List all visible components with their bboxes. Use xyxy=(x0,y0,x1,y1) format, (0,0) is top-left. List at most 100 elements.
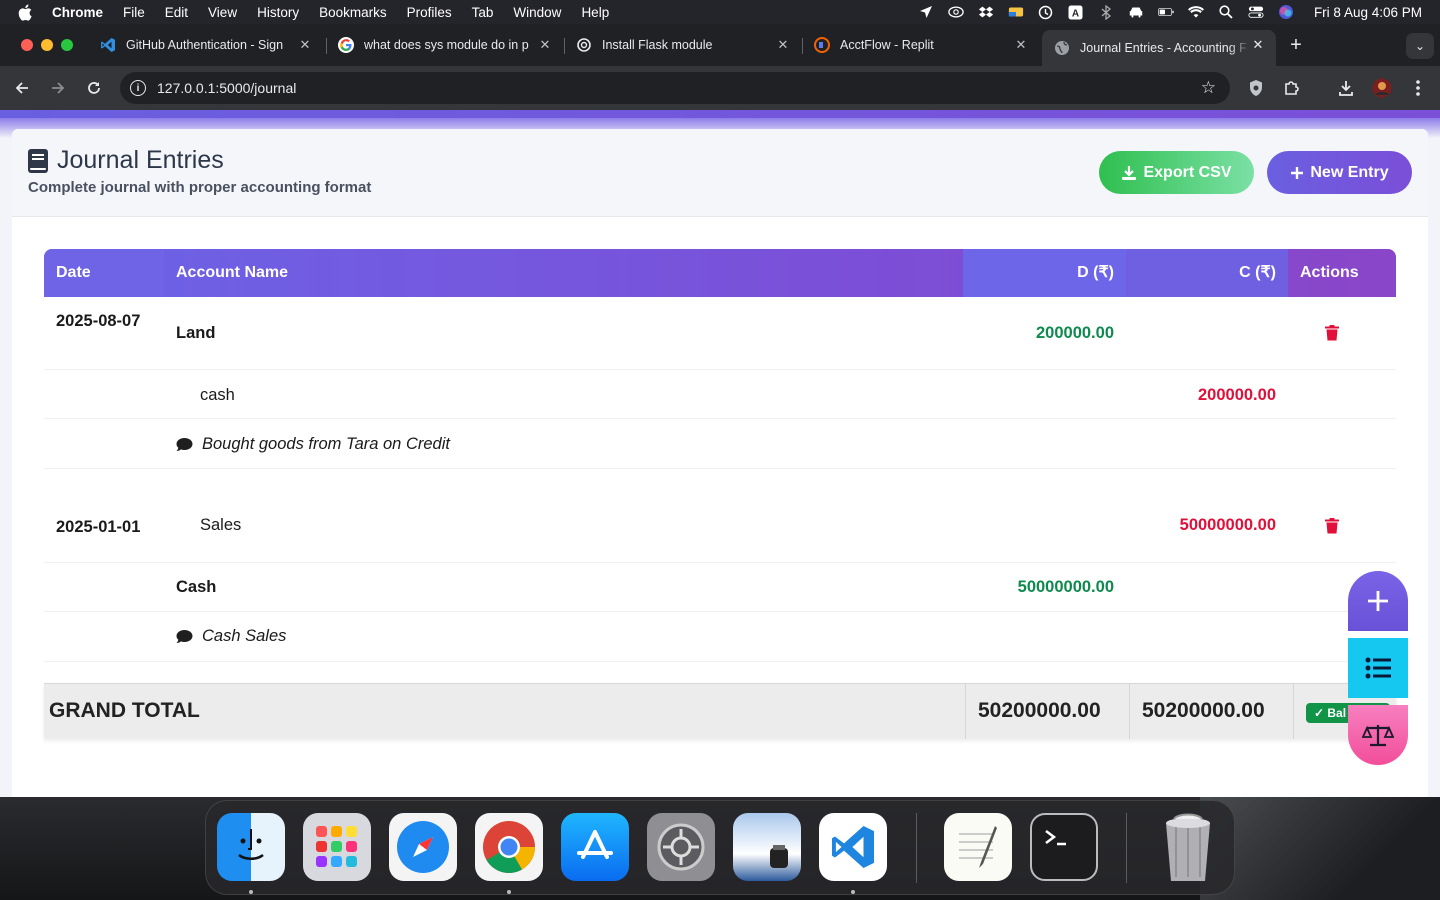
column-divider xyxy=(1129,684,1130,739)
close-tab-icon[interactable]: ✕ xyxy=(1250,37,1266,53)
svg-text:A: A xyxy=(1072,8,1079,19)
menu-tab[interactable]: Tab xyxy=(472,5,494,20)
fab-list-button[interactable] xyxy=(1348,638,1408,698)
tab-search-icon[interactable]: ⌄ xyxy=(1406,33,1434,59)
safari-icon[interactable] xyxy=(389,813,457,881)
grand-total-label: GRAND TOTAL xyxy=(49,699,200,722)
narration-text: Bought goods from Tara on Credit xyxy=(202,435,450,453)
close-tab-icon[interactable]: ✕ xyxy=(537,37,553,53)
fab-balance-scale-button[interactable] xyxy=(1348,705,1408,765)
chrome-icon[interactable] xyxy=(475,813,543,881)
export-csv-label: Export CSV xyxy=(1143,163,1232,181)
tab-google-search[interactable]: what does sys module do in p ✕ xyxy=(326,30,563,60)
location-icon[interactable] xyxy=(918,5,934,19)
narration: Cash Sales xyxy=(176,627,286,646)
app-store-icon[interactable] xyxy=(561,813,629,881)
menu-file[interactable]: File xyxy=(123,5,145,20)
close-window-button[interactable] xyxy=(21,39,33,51)
back-arrow-icon[interactable] xyxy=(12,78,32,98)
tab-github-auth[interactable]: GitHub Authentication - Sign ✕ xyxy=(88,30,323,60)
creative-cloud-icon[interactable] xyxy=(948,5,964,19)
table-row: 2025-08-07 Land 200000.00 xyxy=(44,297,1396,370)
google-icon xyxy=(338,37,354,53)
drive-icon[interactable] xyxy=(1008,5,1024,19)
narration: Bought goods from Tara on Credit xyxy=(176,435,450,454)
new-entry-button[interactable]: New Entry xyxy=(1267,151,1412,194)
terminal-icon[interactable] xyxy=(1030,813,1098,881)
site-info-icon[interactable]: i xyxy=(130,80,146,96)
maximize-window-button[interactable] xyxy=(61,39,73,51)
shield-extension-icon[interactable] xyxy=(1246,78,1266,98)
finder-icon[interactable] xyxy=(217,813,285,881)
close-tab-icon[interactable]: ✕ xyxy=(775,37,791,53)
car-icon[interactable] xyxy=(1128,5,1144,19)
table-row: cash 200000.00 xyxy=(44,370,1396,419)
plus-icon xyxy=(1368,591,1388,611)
export-csv-button[interactable]: Export CSV xyxy=(1099,151,1254,194)
column-header-account[interactable]: Account Name xyxy=(164,249,963,297)
column-header-date[interactable]: Date xyxy=(44,249,164,297)
menu-window[interactable]: Window xyxy=(513,5,561,20)
menu-app-name[interactable]: Chrome xyxy=(52,5,103,20)
address-bar[interactable]: i 127.0.0.1:5000/journal ☆ xyxy=(120,72,1230,104)
tab-install-flask[interactable]: Install Flask module ✕ xyxy=(564,30,801,60)
tab-journal-entries[interactable]: Journal Entries - Accounting F ✕ xyxy=(1042,30,1276,66)
download-icon[interactable] xyxy=(1336,78,1356,98)
control-center-icon[interactable] xyxy=(1248,5,1264,19)
entry-date: 2025-08-07 xyxy=(56,312,141,330)
minimize-window-button[interactable] xyxy=(41,39,53,51)
dock-separator xyxy=(1126,813,1127,883)
system-settings-icon[interactable] xyxy=(647,813,715,881)
time-machine-icon[interactable] xyxy=(1038,5,1054,19)
window-controls xyxy=(21,39,73,51)
close-tab-icon[interactable]: ✕ xyxy=(297,37,313,53)
apple-icon[interactable] xyxy=(18,4,36,21)
menu-view[interactable]: View xyxy=(208,5,237,20)
chrome-menu-icon[interactable] xyxy=(1408,78,1428,98)
delete-trash-icon[interactable] xyxy=(1325,325,1339,341)
vscode-icon[interactable] xyxy=(819,813,887,881)
trash-icon[interactable] xyxy=(1154,813,1222,881)
reload-icon[interactable] xyxy=(84,78,104,98)
column-header-debit[interactable]: D (₹) xyxy=(963,249,1126,297)
wifi-icon[interactable] xyxy=(1187,5,1204,19)
menu-edit[interactable]: Edit xyxy=(165,5,188,20)
wallpaper-car xyxy=(1200,797,1440,900)
menu-bookmarks[interactable]: Bookmarks xyxy=(319,5,387,20)
preview-icon[interactable] xyxy=(733,813,801,881)
table-header: Date Account Name D (₹) C (₹) Actions xyxy=(44,249,1396,297)
textedit-icon[interactable] xyxy=(944,813,1012,881)
keyboard-a-icon[interactable]: A xyxy=(1068,5,1084,19)
menu-history[interactable]: History xyxy=(257,5,299,20)
new-entry-label: New Entry xyxy=(1310,163,1389,181)
launchpad-icon[interactable] xyxy=(303,813,371,881)
battery-icon[interactable] xyxy=(1157,5,1174,19)
dock-separator xyxy=(916,813,917,883)
profile-avatar-icon[interactable] xyxy=(1372,78,1392,98)
page-title: Journal Entries xyxy=(57,146,224,174)
fab-add-entry-button[interactable] xyxy=(1348,571,1408,631)
menu-profiles[interactable]: Profiles xyxy=(407,5,452,20)
menu-help[interactable]: Help xyxy=(581,5,609,20)
spotlight-icon[interactable] xyxy=(1218,5,1234,19)
bluetooth-icon[interactable] xyxy=(1098,4,1114,20)
dropbox-icon[interactable] xyxy=(978,5,994,19)
close-tab-icon[interactable]: ✕ xyxy=(1013,37,1029,53)
new-tab-icon[interactable]: + xyxy=(1286,35,1306,55)
column-header-credit[interactable]: C (₹) xyxy=(1126,249,1288,297)
balance-scale-icon xyxy=(1362,725,1394,747)
extensions-puzzle-icon[interactable] xyxy=(1282,78,1302,98)
bookmark-star-icon[interactable]: ☆ xyxy=(1201,79,1216,96)
account-name: Land xyxy=(176,324,216,342)
account-name: Sales xyxy=(200,516,242,534)
macos-menubar: Chrome File Edit View History Bookmarks … xyxy=(0,0,1440,24)
forward-arrow-icon[interactable] xyxy=(48,78,68,98)
debit-amount: 50000000.00 xyxy=(1017,578,1114,596)
menubar-clock[interactable]: Fri 8 Aug 4:06 PM xyxy=(1314,5,1422,20)
siri-icon[interactable] xyxy=(1278,5,1294,19)
address-url[interactable]: 127.0.0.1:5000/journal xyxy=(157,80,296,96)
tab-replit[interactable]: AcctFlow - Replit ✕ xyxy=(802,30,1039,60)
credit-amount: 50000000.00 xyxy=(1179,516,1276,534)
delete-trash-icon[interactable] xyxy=(1325,518,1339,534)
table-row: Bought goods from Tara on Credit xyxy=(44,419,1396,469)
